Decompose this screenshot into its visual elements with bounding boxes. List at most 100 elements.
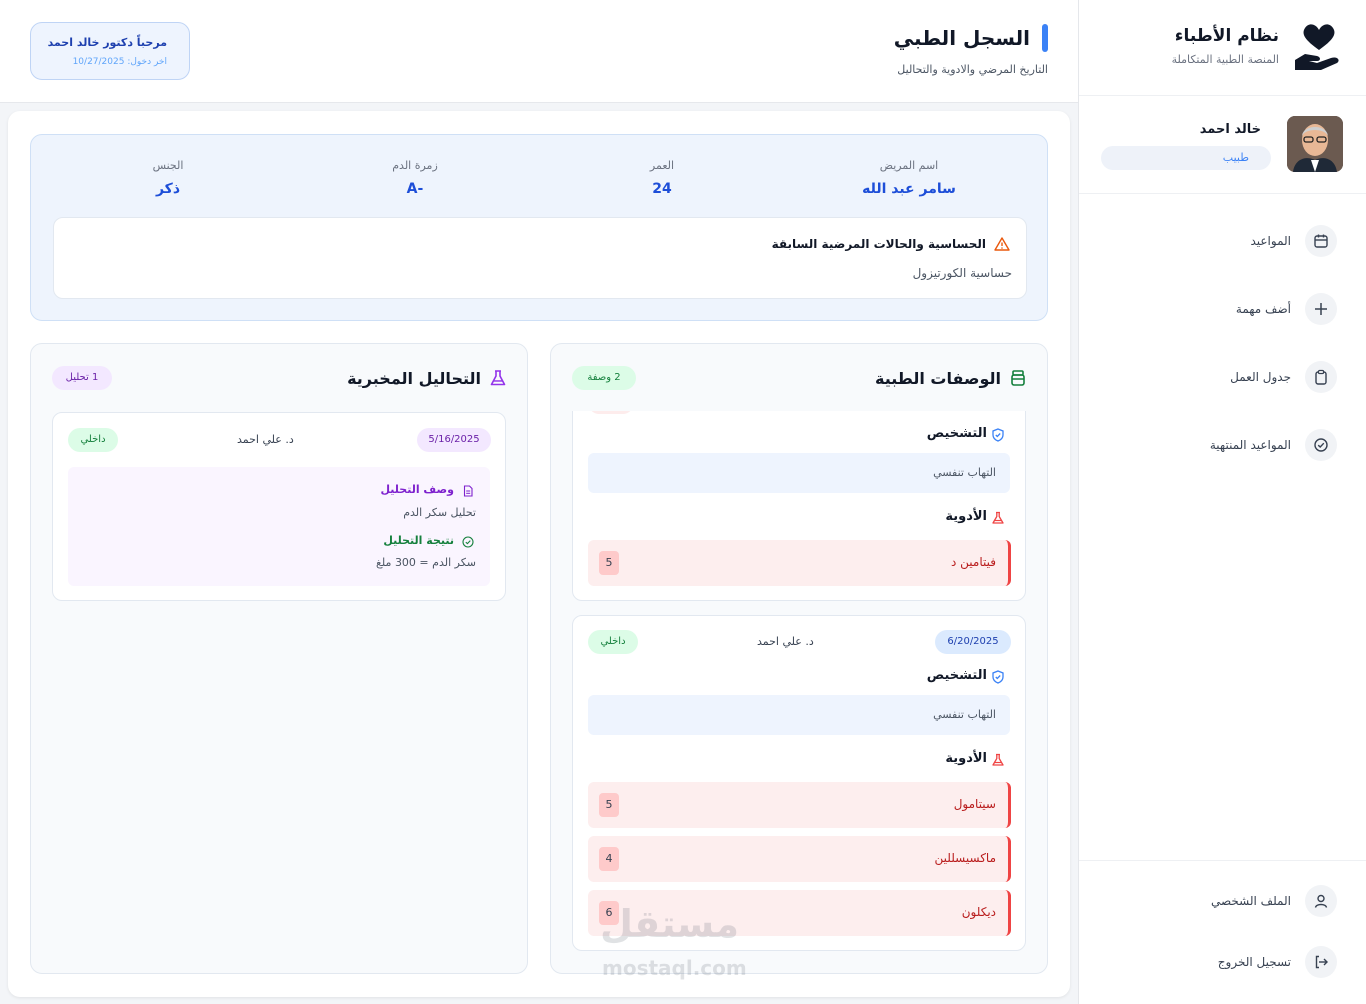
title-accent-bar <box>1042 24 1048 52</box>
allergy-value: حساسية الكورتيزول <box>912 266 1012 280</box>
patient-name-field: اسم المريض سامر عبد الله <box>839 135 979 215</box>
patient-name-label: اسم المريض <box>879 159 939 172</box>
user-role-badge: طبيب <box>1101 146 1271 170</box>
allergy-card: الحساسية والحالات المرضية السابقة حساسية… <box>53 217 1027 299</box>
patient-name: سامر عبد الله <box>862 181 956 197</box>
medication-qty: 4 <box>599 847 619 871</box>
medication-item: فيتامين د 5 <box>588 540 1011 586</box>
prescriptions-scroll[interactable]: التشخيص التهاب تنفسي الأدوية فيتامين د 5… <box>551 411 1047 973</box>
lab-result: سكر الدم = 300 ملغ <box>376 556 476 569</box>
page-title: السجل الطبي <box>893 26 1030 50</box>
nav-profile[interactable]: الملف الشخصي <box>1079 882 1366 922</box>
prescriptions-panel: الوصفات الطبية 2 وصفة التشخيص التهاب تنف… <box>550 343 1048 974</box>
lab-date-badge: 5/16/2025 <box>417 428 491 452</box>
document-icon <box>463 485 473 497</box>
warning-icon <box>994 237 1010 251</box>
user-name: خالد احمد <box>1199 122 1261 137</box>
medication-name: ديكلون <box>961 905 996 919</box>
patient-age: 24 <box>652 181 672 197</box>
nav-add-task[interactable]: أضف مهمة <box>1079 290 1366 330</box>
calendar-icon <box>1305 225 1337 257</box>
welcome-card: مرحباً دكتور خالد احمد اخر دخول: 10/27/2… <box>30 22 190 80</box>
medication-qty: 5 <box>599 793 619 817</box>
lab-type-badge: داخلي <box>68 428 118 452</box>
lab-card: 5/16/2025 د. علي احمد داخلي وصف التحليل … <box>52 412 506 601</box>
prescription-card: التشخيص التهاب تنفسي الأدوية فيتامين د 5 <box>572 411 1026 601</box>
check-circle-icon <box>1305 429 1337 461</box>
diagnosis-text: التهاب تنفسي <box>933 466 996 479</box>
welcome-text: مرحباً دكتور خالد احمد <box>47 36 167 49</box>
nav-label: المواعيد <box>1250 234 1291 248</box>
flask-icon <box>992 753 1004 766</box>
prescription-type-badge: داخلي <box>588 630 638 654</box>
blood-type-label: زمرة الدم <box>392 159 438 172</box>
patient-info: اسم المريض سامر عبد الله العمر 24 زمرة ا… <box>30 134 1048 321</box>
flask-icon <box>992 511 1004 524</box>
pill-bottle-icon <box>1011 370 1025 386</box>
prescription-card: 6/20/2025 د. علي احمد داخلي التشخيص الته… <box>572 615 1026 951</box>
nav-work-schedule[interactable]: جدول العمل <box>1079 358 1366 398</box>
flask-icon <box>490 370 506 386</box>
lab-description: تحليل سكر الدم <box>403 506 476 519</box>
heart-hand-icon <box>1295 24 1339 70</box>
prescription-date-badge: 6/20/2025 <box>935 630 1011 654</box>
prescriptions-title: الوصفات الطبية <box>875 369 1001 388</box>
plus-icon <box>1305 293 1337 325</box>
date-badge-partial <box>589 411 633 414</box>
medication-qty: 5 <box>599 551 619 575</box>
shield-icon <box>992 670 1004 684</box>
page-header: مرحباً دكتور خالد احمد اخر دخول: 10/27/2… <box>0 0 1078 103</box>
diagnosis-box: التهاب تنفسي <box>588 695 1010 735</box>
watermark-latin: mostaql.com <box>602 956 747 980</box>
diagnosis-label: التشخيص <box>926 668 987 683</box>
watermark-arabic: مستقل <box>600 902 739 946</box>
clipboard-icon <box>1305 361 1337 393</box>
medication-item: ماكسيسللين 4 <box>588 836 1011 882</box>
allergy-title: الحساسية والحالات المرضية السابقة <box>771 237 986 251</box>
meds-label: الأدوية <box>945 509 987 524</box>
labs-title: التحاليل المخبرية <box>347 369 481 388</box>
gender: ذكر <box>155 181 181 197</box>
medication-item: سيتامول 5 <box>588 782 1011 828</box>
main-content: اسم المريض سامر عبد الله العمر 24 زمرة ا… <box>8 111 1070 997</box>
sidebar: نظام الأطباء المنصة الطبية المتكاملة خال… <box>1078 0 1366 1004</box>
brand: نظام الأطباء المنصة الطبية المتكاملة <box>1079 0 1366 96</box>
avatar <box>1287 116 1343 172</box>
diagnosis-label: التشخيص <box>926 426 987 441</box>
nav-appointments[interactable]: المواعيد <box>1079 222 1366 262</box>
medication-name: سيتامول <box>953 797 996 811</box>
watermark: مستقل mostaql.com <box>600 902 770 982</box>
medication-name: ماكسيسللين <box>934 851 996 865</box>
gender-field: الجنس ذكر <box>98 135 238 215</box>
shield-icon <box>992 428 1004 442</box>
diagnosis-box: التهاب تنفسي <box>588 453 1010 493</box>
lab-doctor: د. علي احمد <box>237 433 294 446</box>
brand-subtitle: المنصة الطبية المتكاملة <box>1171 53 1279 66</box>
prescription-doctor: د. علي احمد <box>757 635 814 648</box>
meds-label: الأدوية <box>945 751 987 766</box>
nav-label: المواعيد المنتهية <box>1209 438 1291 452</box>
labs-panel: التحاليل المخبرية 1 تحليل 5/16/2025 د. ع… <box>30 343 528 974</box>
patient-age-label: العمر <box>649 159 675 172</box>
blood-type: A- <box>406 181 424 197</box>
labs-count-badge: 1 تحليل <box>52 366 112 390</box>
medication-name: فيتامين د <box>951 555 996 569</box>
lab-result-label: نتيجة التحليل <box>383 534 454 547</box>
user-profile: خالد احمد طبيب <box>1079 96 1366 194</box>
nav-finished-appointments[interactable]: المواعيد المنتهية <box>1079 426 1366 466</box>
page-subtitle: التاريخ المرضي والادوية والتحاليل <box>897 63 1048 76</box>
avatar-photo-icon <box>1287 116 1343 172</box>
brand-title: نظام الأطباء <box>1174 26 1279 46</box>
check-circle-icon <box>462 536 474 548</box>
lab-details: وصف التحليل تحليل سكر الدم نتيجة التحليل… <box>68 467 490 586</box>
nav-logout[interactable]: تسجيل الخروج <box>1079 943 1366 983</box>
user-icon <box>1305 885 1337 917</box>
lab-description-label: وصف التحليل <box>380 483 454 496</box>
nav-label: تسجيل الخروج <box>1217 955 1291 969</box>
gender-label: الجنس <box>152 159 184 172</box>
patient-age-field: العمر 24 <box>592 135 732 215</box>
diagnosis-text: التهاب تنفسي <box>933 708 996 721</box>
logout-icon <box>1305 946 1337 978</box>
sidebar-divider <box>1079 860 1366 861</box>
prescriptions-count-badge: 2 وصفة <box>572 366 636 390</box>
